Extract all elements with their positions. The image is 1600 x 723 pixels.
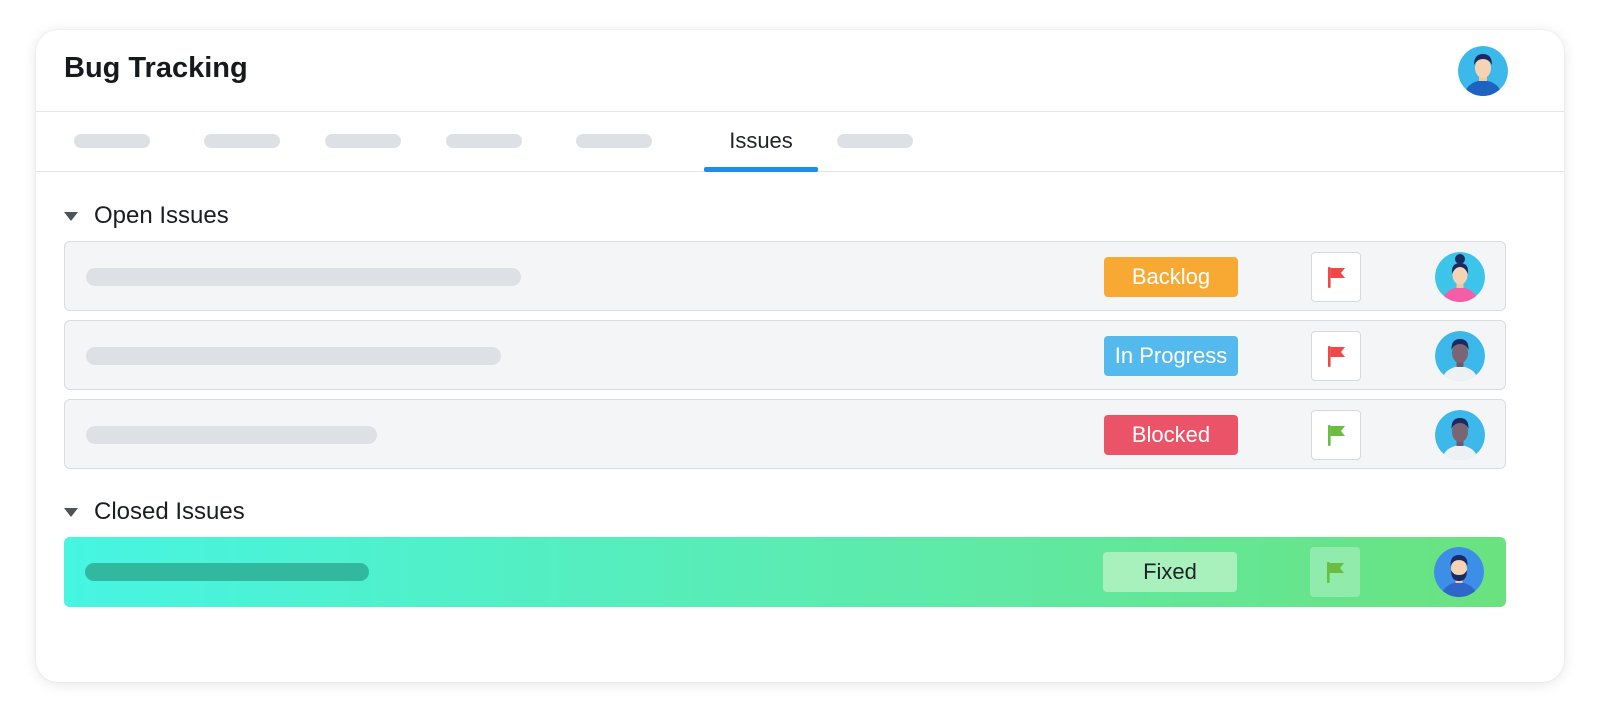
red-flag-icon [1328, 267, 1345, 288]
red-flag-icon [1328, 346, 1345, 367]
tab-placeholder[interactable] [74, 134, 150, 148]
green-flag-icon [1327, 562, 1344, 583]
open-issues-toggle[interactable]: Open Issues [64, 202, 229, 230]
page-title: Bug Tracking [64, 52, 248, 84]
issue-title-placeholder [85, 563, 369, 581]
issue-title-placeholder [86, 426, 377, 444]
closed-issues-toggle[interactable]: Closed Issues [64, 498, 245, 526]
priority-flag-button[interactable] [1311, 252, 1361, 302]
tab-placeholder[interactable] [325, 134, 401, 148]
issue-title-placeholder [86, 347, 501, 365]
section-title: Open Issues [94, 202, 229, 229]
section-title: Closed Issues [94, 498, 245, 525]
issue-row-closed[interactable]: Fixed [64, 537, 1506, 607]
active-tab-indicator [704, 167, 818, 172]
status-badge[interactable]: Blocked [1104, 415, 1238, 455]
user-avatar-icon[interactable] [1458, 46, 1508, 96]
bug-tracking-panel: Bug Tracking Issues Open Issues Backlog … [36, 30, 1564, 682]
status-badge[interactable]: Fixed [1103, 552, 1237, 592]
issue-row[interactable]: Backlog [64, 241, 1506, 311]
caret-down-icon [64, 211, 78, 221]
priority-flag-button[interactable] [1310, 547, 1360, 597]
tab-placeholder[interactable] [837, 134, 913, 148]
tab-issues-label: Issues [729, 128, 793, 153]
tab-bar: Issues [36, 112, 1564, 172]
status-badge[interactable]: In Progress [1104, 336, 1238, 376]
status-badge[interactable]: Backlog [1104, 257, 1238, 297]
bearded-man-avatar-icon[interactable] [1434, 547, 1484, 597]
panel-header: Bug Tracking [36, 30, 1564, 112]
tab-placeholder[interactable] [204, 134, 280, 148]
tab-placeholder[interactable] [446, 134, 522, 148]
tab-placeholder[interactable] [576, 134, 652, 148]
issue-row[interactable]: Blocked [64, 399, 1506, 469]
green-flag-icon [1328, 425, 1345, 446]
woman-avatar-icon[interactable] [1435, 252, 1485, 302]
priority-flag-button[interactable] [1311, 410, 1361, 460]
tab-issues[interactable]: Issues [704, 112, 818, 172]
caret-down-icon [64, 507, 78, 517]
man-avatar-icon[interactable] [1435, 331, 1485, 381]
priority-flag-button[interactable] [1311, 331, 1361, 381]
issue-title-placeholder [86, 268, 521, 286]
issue-row[interactable]: In Progress [64, 320, 1506, 390]
man-avatar-icon[interactable] [1435, 410, 1485, 460]
